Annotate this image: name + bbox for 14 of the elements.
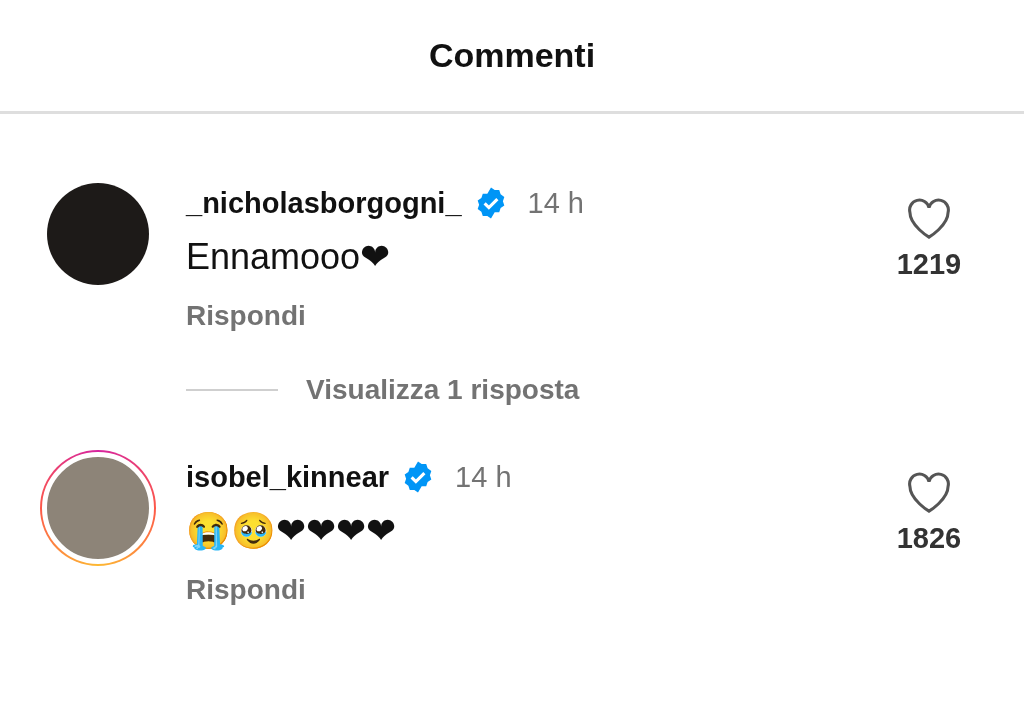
page-title: Commenti: [428, 36, 596, 75]
like-count: 1219: [896, 248, 962, 281]
heart-icon[interactable]: [906, 198, 952, 240]
comment-text: Ennamooo❤: [186, 236, 392, 278]
comment-text: 😭🥹❤❤❤❤: [186, 510, 397, 552]
comment-time: 14 h: [455, 460, 512, 494]
heart-icon[interactable]: [906, 472, 952, 514]
like-count: 1826: [896, 522, 962, 555]
reply-button[interactable]: Rispondi: [186, 300, 306, 332]
username[interactable]: isobel_kinnear: [186, 460, 390, 494]
reply-button[interactable]: Rispondi: [186, 574, 306, 606]
username[interactable]: _nicholasborgogni_: [186, 186, 462, 220]
comment-time: 14 h: [527, 186, 584, 220]
view-replies-button[interactable]: Visualizza 1 risposta: [306, 374, 580, 406]
